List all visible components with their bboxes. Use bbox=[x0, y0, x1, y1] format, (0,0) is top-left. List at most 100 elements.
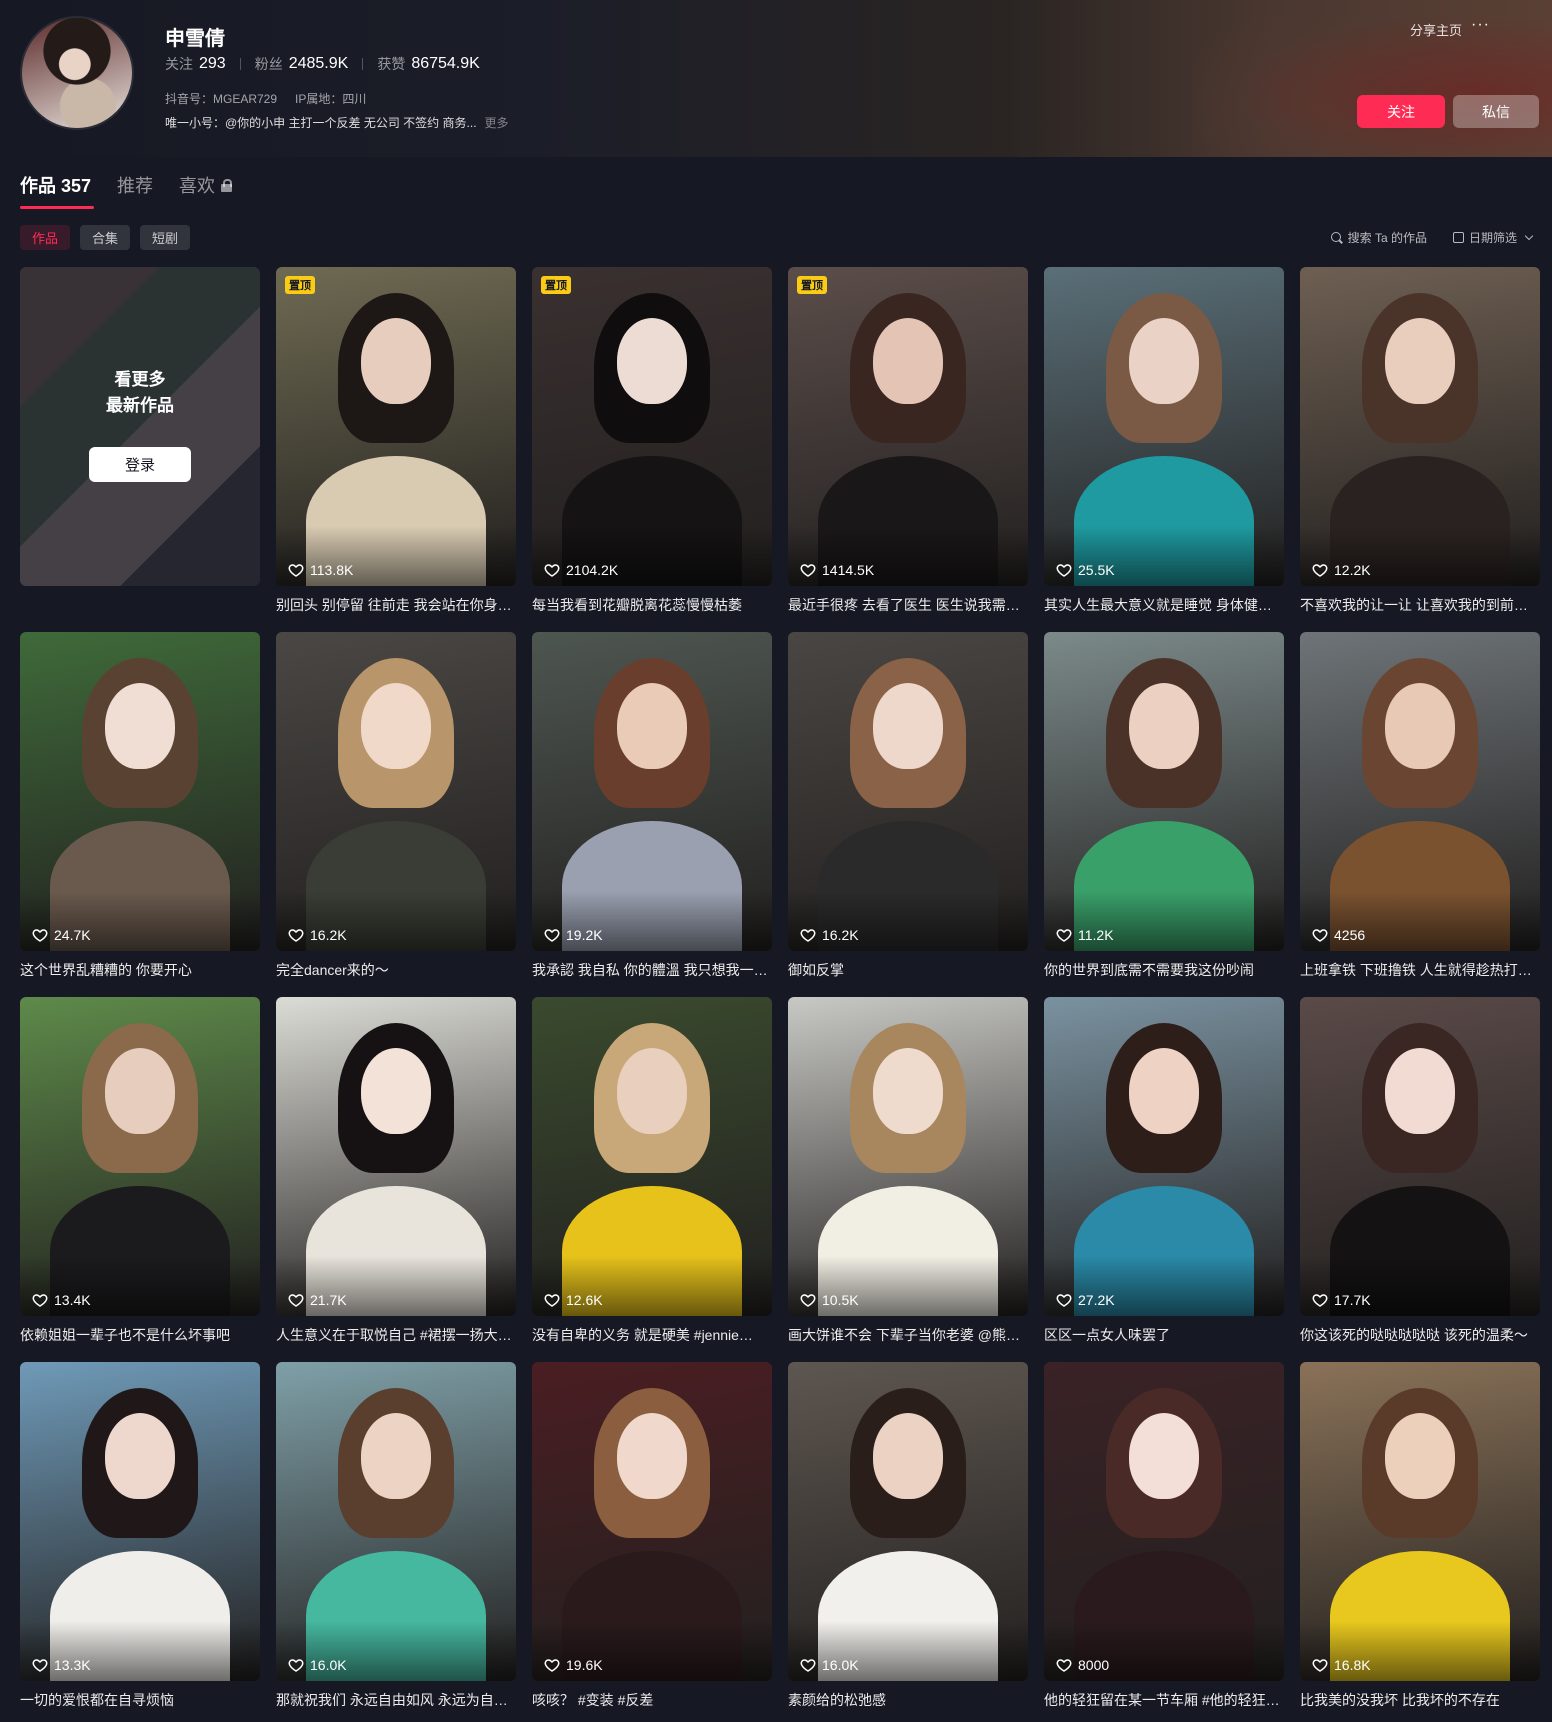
like-count: 21.7K bbox=[288, 1292, 347, 1308]
video-thumbnail[interactable]: 27.2K bbox=[1044, 997, 1284, 1316]
thumbnail-figure-face bbox=[873, 683, 943, 770]
video-thumbnail[interactable]: 24.7K bbox=[20, 632, 260, 951]
video-caption[interactable]: 他的轻狂留在某一节车厢 #他的轻狂… bbox=[1044, 1690, 1284, 1710]
video-thumbnail[interactable]: 17.7K bbox=[1300, 997, 1540, 1316]
video-caption[interactable]: 你的世界到底需不需要我这份吵闹 bbox=[1044, 960, 1284, 980]
heart-icon bbox=[32, 1294, 48, 1307]
login-prompt-text: 看更多 最新作品 bbox=[20, 367, 260, 419]
video-caption[interactable]: 你这该死的哒哒哒哒哒 该死的温柔～ bbox=[1300, 1325, 1540, 1345]
video-card[interactable]: 13.3K 一切的爱恨都在自寻烦恼 bbox=[20, 1362, 260, 1709]
video-caption[interactable]: 最近手很疼 去看了医生 医生说我需… bbox=[788, 595, 1028, 615]
video-card[interactable]: 11.2K 你的世界到底需不需要我这份吵闹 bbox=[1044, 632, 1284, 979]
video-caption[interactable]: 画大饼谁不会 下辈子当你老婆 @熊… bbox=[788, 1325, 1028, 1345]
video-thumbnail[interactable]: 16.8K bbox=[1300, 1362, 1540, 1681]
video-caption[interactable]: 上班拿铁 下班撸铁 人生就得趁热打… bbox=[1300, 960, 1540, 980]
video-card[interactable]: 12.2K 不喜欢我的让一让 让喜欢我的到前… bbox=[1300, 267, 1540, 614]
video-card[interactable]: 27.2K 区区一点女人味罢了 bbox=[1044, 997, 1284, 1344]
video-thumbnail[interactable]: 16.2K bbox=[788, 632, 1028, 951]
fans-count[interactable]: 2485.9K bbox=[289, 55, 349, 73]
video-caption[interactable]: 我承認 我自私 你的體溫 我只想我一… bbox=[532, 960, 772, 980]
date-filter[interactable]: 日期筛选 bbox=[1452, 229, 1534, 246]
message-button[interactable]: 私信 bbox=[1453, 95, 1539, 128]
video-thumbnail[interactable]: 11.2K bbox=[1044, 632, 1284, 951]
heart-icon bbox=[1312, 564, 1328, 577]
video-caption[interactable]: 咳咳？ #变装 #反差 bbox=[532, 1690, 772, 1710]
video-card[interactable]: 17.7K 你这该死的哒哒哒哒哒 该死的温柔～ bbox=[1300, 997, 1540, 1344]
video-caption[interactable]: 区区一点女人味罢了 bbox=[1044, 1325, 1284, 1345]
heart-icon bbox=[1056, 1659, 1072, 1672]
share-profile-link[interactable]: 分享主页 bbox=[1410, 20, 1462, 39]
video-thumbnail[interactable]: 13.3K bbox=[20, 1362, 260, 1681]
likes-count: 86754.9K bbox=[411, 55, 480, 72]
video-thumbnail[interactable]: 10.5K bbox=[788, 997, 1028, 1316]
video-card[interactable]: 4256 上班拿铁 下班撸铁 人生就得趁热打… bbox=[1300, 632, 1540, 979]
filter-short-dramas[interactable]: 短剧 bbox=[140, 225, 191, 250]
follow-button[interactable]: 关注 bbox=[1357, 95, 1445, 128]
more-options-icon[interactable]: ··· bbox=[1471, 16, 1490, 34]
video-card[interactable]: 24.7K 这个世界乱糟糟的 你要开心 bbox=[20, 632, 260, 979]
video-caption[interactable]: 那就祝我们 永远自由如风 永远为自… bbox=[276, 1690, 516, 1710]
video-card[interactable]: 16.0K 素颜给的松弛感 bbox=[788, 1362, 1028, 1709]
video-card[interactable]: 置顶 2104.2K 每当我看到花瓣脱离花蕊慢慢枯萎 bbox=[532, 267, 772, 614]
video-caption[interactable]: 没有自卑的义务 就是硬美 #jennie… bbox=[532, 1325, 772, 1345]
video-card[interactable]: 19.6K 咳咳？ #变装 #反差 bbox=[532, 1362, 772, 1709]
video-card[interactable]: 19.2K 我承認 我自私 你的體溫 我只想我一… bbox=[532, 632, 772, 979]
video-caption[interactable]: 不喜欢我的让一让 让喜欢我的到前… bbox=[1300, 595, 1540, 615]
video-thumbnail[interactable]: 16.0K bbox=[788, 1362, 1028, 1681]
video-caption[interactable]: 一切的爱恨都在自寻烦恼 bbox=[20, 1690, 260, 1710]
video-card[interactable]: 16.2K 御如反掌 bbox=[788, 632, 1028, 979]
video-caption[interactable]: 完全dancer来的～ bbox=[276, 960, 516, 980]
like-count-value: 8000 bbox=[1078, 1657, 1110, 1673]
video-thumbnail[interactable]: 16.2K bbox=[276, 632, 516, 951]
video-caption[interactable]: 依赖姐姐一辈子也不是什么坏事吧 bbox=[20, 1325, 260, 1345]
video-thumbnail[interactable]: 置顶 113.8K bbox=[276, 267, 516, 586]
video-grid: 看更多 最新作品 登录 置顶 113.8K 别回头 别停留 往前走 我会站在你身… 置… bbox=[20, 267, 1540, 1709]
filter-works[interactable]: 作品 bbox=[20, 225, 71, 250]
video-card[interactable]: 16.0K 那就祝我们 永远自由如风 永远为自… bbox=[276, 1362, 516, 1709]
follow-count[interactable]: 293 bbox=[199, 55, 226, 73]
video-thumbnail[interactable]: 置顶 2104.2K bbox=[532, 267, 772, 586]
like-count: 19.2K bbox=[544, 927, 603, 943]
video-card[interactable]: 置顶 113.8K 别回头 别停留 往前走 我会站在你身… bbox=[276, 267, 516, 614]
search-works[interactable]: 搜索 Ta 的作品 bbox=[1330, 229, 1427, 246]
video-thumbnail[interactable]: 19.2K bbox=[532, 632, 772, 951]
tab-likes[interactable]: 喜欢 bbox=[179, 172, 233, 198]
video-caption[interactable]: 其实人生最大意义就是睡觉 身体健… bbox=[1044, 595, 1284, 615]
video-card[interactable]: 16.2K 完全dancer来的～ bbox=[276, 632, 516, 979]
tab-recommend[interactable]: 推荐 bbox=[117, 172, 153, 198]
video-thumbnail[interactable]: 19.6K bbox=[532, 1362, 772, 1681]
video-thumbnail[interactable]: 8000 bbox=[1044, 1362, 1284, 1681]
video-card[interactable]: 8000 他的轻狂留在某一节车厢 #他的轻狂… bbox=[1044, 1362, 1284, 1709]
video-card[interactable]: 21.7K 人生意义在于取悦自己 #裙摆一扬大… bbox=[276, 997, 516, 1344]
video-caption[interactable]: 这个世界乱糟糟的 你要开心 bbox=[20, 960, 260, 980]
video-card[interactable]: 置顶 1414.5K 最近手很疼 去看了医生 医生说我需… bbox=[788, 267, 1028, 614]
like-count: 25.5K bbox=[1056, 562, 1115, 578]
thumbnail-figure-face bbox=[1385, 683, 1455, 770]
video-caption[interactable]: 每当我看到花瓣脱离花蕊慢慢枯萎 bbox=[532, 595, 772, 615]
login-button[interactable]: 登录 bbox=[89, 447, 191, 482]
video-thumbnail[interactable]: 12.2K bbox=[1300, 267, 1540, 586]
video-thumbnail[interactable]: 4256 bbox=[1300, 632, 1540, 951]
video-caption[interactable]: 别回头 别停留 往前走 我会站在你身… bbox=[276, 595, 516, 615]
video-thumbnail[interactable]: 21.7K bbox=[276, 997, 516, 1316]
video-thumbnail[interactable]: 置顶 1414.5K bbox=[788, 267, 1028, 586]
avatar[interactable] bbox=[20, 16, 134, 130]
video-thumbnail[interactable]: 12.6K bbox=[532, 997, 772, 1316]
video-card[interactable]: 16.8K 比我美的没我坏 比我坏的不存在 bbox=[1300, 1362, 1540, 1709]
video-caption[interactable]: 比我美的没我坏 比我坏的不存在 bbox=[1300, 1690, 1540, 1710]
tab-works[interactable]: 作品 357 bbox=[20, 172, 91, 198]
profile-tabs: 作品 357 推荐 喜欢 bbox=[20, 172, 233, 198]
bio-more-link[interactable]: 更多 bbox=[485, 116, 509, 130]
video-card[interactable]: 10.5K 画大饼谁不会 下辈子当你老婆 @熊… bbox=[788, 997, 1028, 1344]
video-thumbnail[interactable]: 16.0K bbox=[276, 1362, 516, 1681]
video-card[interactable]: 12.6K 没有自卑的义务 就是硬美 #jennie… bbox=[532, 997, 772, 1344]
video-thumbnail[interactable]: 25.5K bbox=[1044, 267, 1284, 586]
video-card[interactable]: 13.4K 依赖姐姐一辈子也不是什么坏事吧 bbox=[20, 997, 260, 1344]
video-card[interactable]: 25.5K 其实人生最大意义就是睡觉 身体健… bbox=[1044, 267, 1284, 614]
video-caption[interactable]: 素颜给的松弛感 bbox=[788, 1690, 1028, 1710]
stat-divider bbox=[362, 58, 364, 70]
video-caption[interactable]: 御如反掌 bbox=[788, 960, 1028, 980]
filter-collections[interactable]: 合集 bbox=[80, 225, 131, 250]
video-thumbnail[interactable]: 13.4K bbox=[20, 997, 260, 1316]
video-caption[interactable]: 人生意义在于取悦自己 #裙摆一扬大… bbox=[276, 1325, 516, 1345]
